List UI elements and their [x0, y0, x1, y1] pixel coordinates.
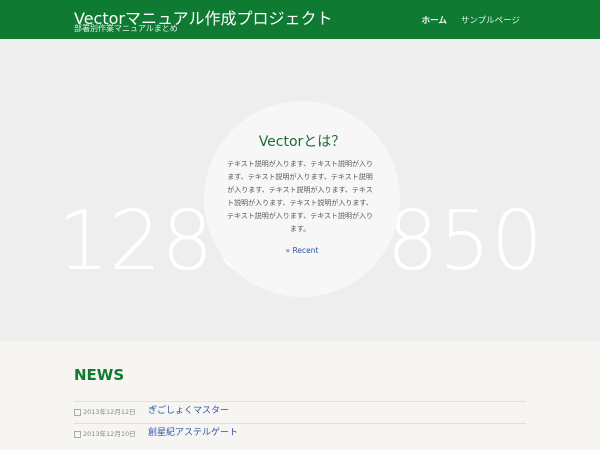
news-link[interactable]: ぎごしょくマスター [148, 403, 229, 416]
news-date: 2013年12月10日 [74, 428, 136, 438]
nav-item-home[interactable]: ホーム [422, 14, 447, 26]
news-date: 2013年12月12日 [74, 406, 136, 416]
news-date-text: 2013年12月12日 [83, 408, 136, 416]
nav-item-sample-page[interactable]: サンプルページ [461, 14, 520, 26]
site-header: Vectorマニュアル作成プロジェクト 部署別作業マニュアルまとめ ホーム サン… [0, 0, 600, 39]
recent-link[interactable]: » Recent [210, 246, 394, 255]
hero-section: 1280 × 850 Vectorとは？ テキスト説明が入ります、テキスト説明が… [0, 39, 600, 341]
hero-title: Vectorとは？ [258, 134, 346, 150]
main-nav: ホーム サンプルページ [422, 14, 520, 26]
hero-description: テキスト説明が入ります、テキスト説明が入ります、テキスト説明が入ります、テキスト… [226, 160, 374, 233]
news-item: 2013年12月12日 ぎごしょくマスター [74, 401, 526, 424]
site-description: 部署別作業マニュアルまとめ [74, 24, 178, 33]
news-link[interactable]: 創星紀アステルゲート [148, 425, 238, 438]
calendar-icon [74, 408, 81, 416]
news-date-text: 2013年12月10日 [83, 430, 136, 438]
calendar-icon [74, 430, 81, 438]
news-section: NEWS 2013年12月12日 ぎごしょくマスター 2013年12月10日 創… [0, 341, 600, 450]
news-item: 2013年12月10日 創星紀アステルゲート [74, 423, 526, 446]
news-heading: NEWS [74, 366, 125, 384]
